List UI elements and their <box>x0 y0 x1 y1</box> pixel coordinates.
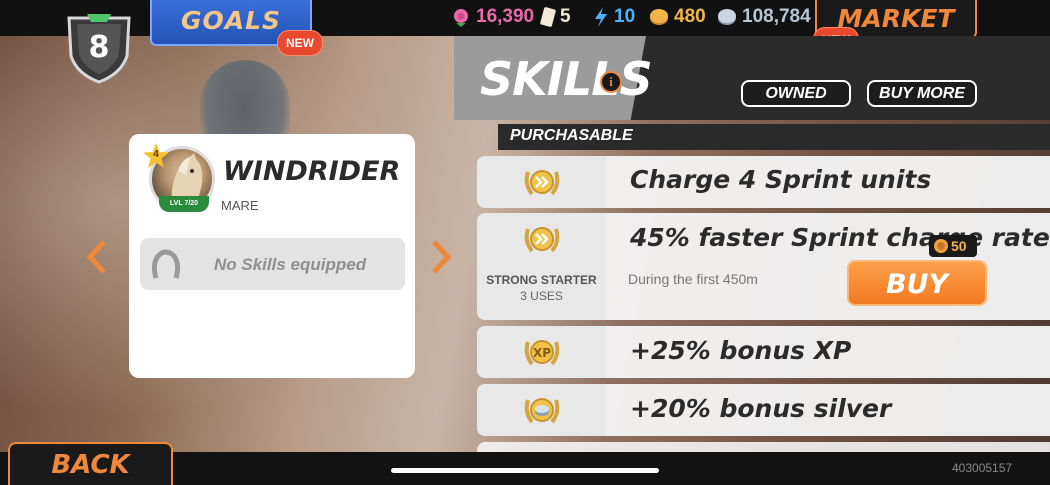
purchasable-section-header: PURCHASABLE <box>498 124 1050 150</box>
sprint-chevrons-icon <box>524 227 560 253</box>
resource-gold[interactable]: 480 <box>648 6 706 28</box>
resource-silver[interactable]: 108,784 <box>716 6 811 28</box>
horse-card: LVL 7/20 4 WINDRIDER MARE No Skills equi… <box>129 134 415 378</box>
resource-energy[interactable]: 10 <box>592 6 635 28</box>
skill-row[interactable]: Charge 4 Sprint units <box>477 156 1050 208</box>
skill-uses: 3 USES <box>520 289 563 303</box>
equipped-skills-slot[interactable]: No Skills equipped <box>140 238 405 290</box>
sprint-chevrons-icon <box>524 170 560 196</box>
horseshoe-icon <box>151 249 181 279</box>
energy-icon <box>595 7 607 27</box>
build-id: 403005157 <box>952 461 1013 475</box>
skill-row-expanded[interactable]: STRONG STARTER 3 USES 45% faster Sprint … <box>477 213 1050 320</box>
buy-label: BUY <box>885 269 949 300</box>
skill-title: +25% bonus XP <box>630 336 852 365</box>
silver-coins-icon <box>524 398 560 424</box>
purchasable-label: PURCHASABLE <box>510 127 633 144</box>
energy-count: 10 <box>614 6 636 27</box>
owned-button[interactable]: OWNED <box>741 80 851 107</box>
resource-rose[interactable]: 16,390 <box>450 6 534 28</box>
next-horse-arrow-icon[interactable] <box>430 240 452 274</box>
back-label: BACK <box>51 450 130 480</box>
silver-count: 108,784 <box>742 6 811 27</box>
skill-row[interactable]: XP +25% bonus XP <box>477 326 1050 378</box>
horse-level: LVL 7/20 <box>159 196 209 212</box>
previous-horse-arrow-icon[interactable] <box>86 240 108 274</box>
skill-name: STRONG STARTER <box>486 273 597 287</box>
no-skills-label: No Skills equipped <box>214 255 367 274</box>
back-button[interactable]: BACK <box>8 442 173 485</box>
skill-title: Charge 4 Sprint units <box>630 165 932 194</box>
skills-header: SKILLS i OWNED BUY MORE <box>454 36 1050 120</box>
rose-count: 16,390 <box>476 6 535 27</box>
skill-title: 45% faster Sprint charge rate <box>630 223 1050 252</box>
resource-ticket[interactable]: 5 <box>540 6 571 28</box>
skill-row[interactable]: +20% bonus silver <box>477 384 1050 436</box>
gold-coin-icon <box>650 9 668 25</box>
buy-more-button[interactable]: BUY MORE <box>867 80 977 107</box>
star-badge: 4 <box>142 142 170 170</box>
star-level: 4 <box>153 149 159 160</box>
info-icon[interactable]: i <box>600 71 622 93</box>
silver-coin-icon <box>718 9 736 25</box>
horse-type: MARE <box>221 198 259 213</box>
skill-description: During the first 450m <box>628 271 758 287</box>
xp-icon: XP <box>524 340 560 366</box>
horse-name: WINDRIDER <box>223 156 401 187</box>
ticket-count: 5 <box>560 6 571 27</box>
ticket-icon <box>540 7 556 27</box>
goals-new-badge: NEW <box>277 30 323 56</box>
player-level-badge[interactable]: 8 <box>63 12 135 84</box>
svg-text:XP: XP <box>533 346 551 360</box>
home-indicator[interactable] <box>391 468 659 473</box>
skills-title: SKILLS <box>480 52 653 106</box>
price-value: 50 <box>951 238 967 254</box>
skill-price: 50 <box>929 235 977 257</box>
skill-title: +20% bonus silver <box>630 394 892 423</box>
gold-count: 480 <box>674 6 706 27</box>
player-level: 8 <box>88 30 110 65</box>
rose-icon <box>454 9 468 27</box>
buy-button[interactable]: BUY <box>847 260 987 306</box>
gold-coin-icon <box>934 239 948 253</box>
